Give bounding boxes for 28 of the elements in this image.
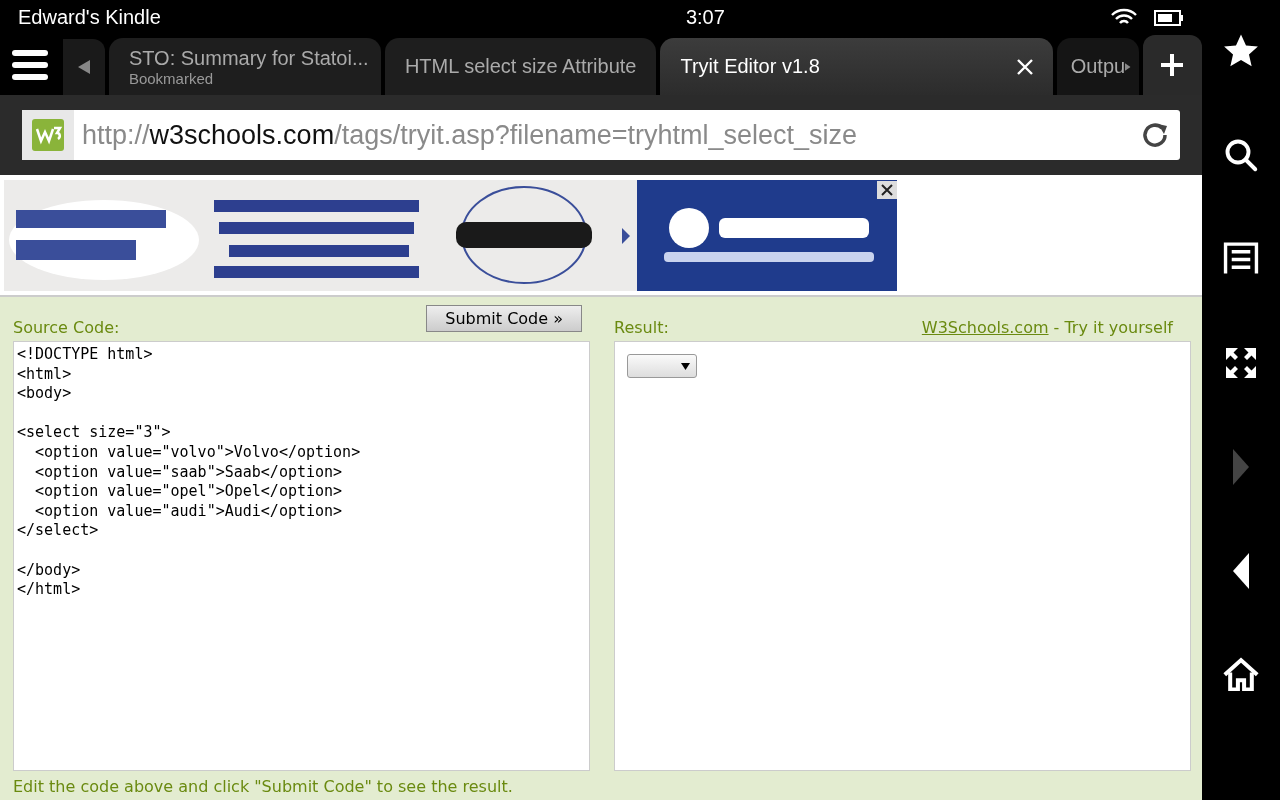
battery-icon — [1154, 9, 1184, 26]
browser-tab[interactable]: STO: Summary for Statoi... Bookmarked — [108, 38, 381, 95]
reload-icon[interactable] — [1140, 120, 1170, 150]
select-dropdown[interactable] — [627, 354, 697, 378]
expand-icon[interactable] — [1223, 345, 1259, 381]
section-label: Source Code: — [13, 318, 120, 337]
device-name: Edward's Kindle — [18, 6, 161, 29]
list-icon[interactable] — [1222, 241, 1260, 275]
menu-icon[interactable] — [11, 50, 48, 80]
address-field[interactable]: http://w3schools.com/tags/tryit.asp?filename=tryhtml_select_size — [22, 110, 1180, 160]
section-label: Result: — [614, 318, 670, 337]
instruction-text: Edit the code above and click "Submit Code" to see the result. — [13, 776, 514, 798]
clock: 3:07 — [684, 6, 726, 29]
site-icon — [32, 119, 64, 151]
star-icon[interactable] — [1222, 33, 1260, 69]
back-icon[interactable] — [1231, 553, 1251, 589]
submit-button[interactable]: Submit Code » — [426, 305, 582, 332]
browser-tab[interactable]: Tryit Editor v1.8 — [660, 38, 1053, 95]
tagline: - Try it yourself — [1053, 318, 1173, 337]
browser-tab[interactable]: HTML select size Attribute — [384, 38, 657, 95]
scroll-left-icon[interactable] — [78, 60, 91, 74]
home-icon[interactable] — [1222, 657, 1260, 691]
browser-tab[interactable]: Outpu — [1056, 38, 1139, 95]
close-icon[interactable] — [1016, 58, 1033, 75]
caret-icon — [681, 362, 690, 370]
new-tab-icon[interactable] — [1160, 53, 1185, 77]
search-icon[interactable] — [1223, 137, 1259, 173]
code-editor[interactable]: <!DOCTYPE html> <html> <body> <select size="3"> <option value="volvo">Volvo</option> <option value="saab">Saab</option> <option value="opel">Opel</option> <option value="audi">Audi</option> </select> </body> </html> — [13, 341, 590, 771]
